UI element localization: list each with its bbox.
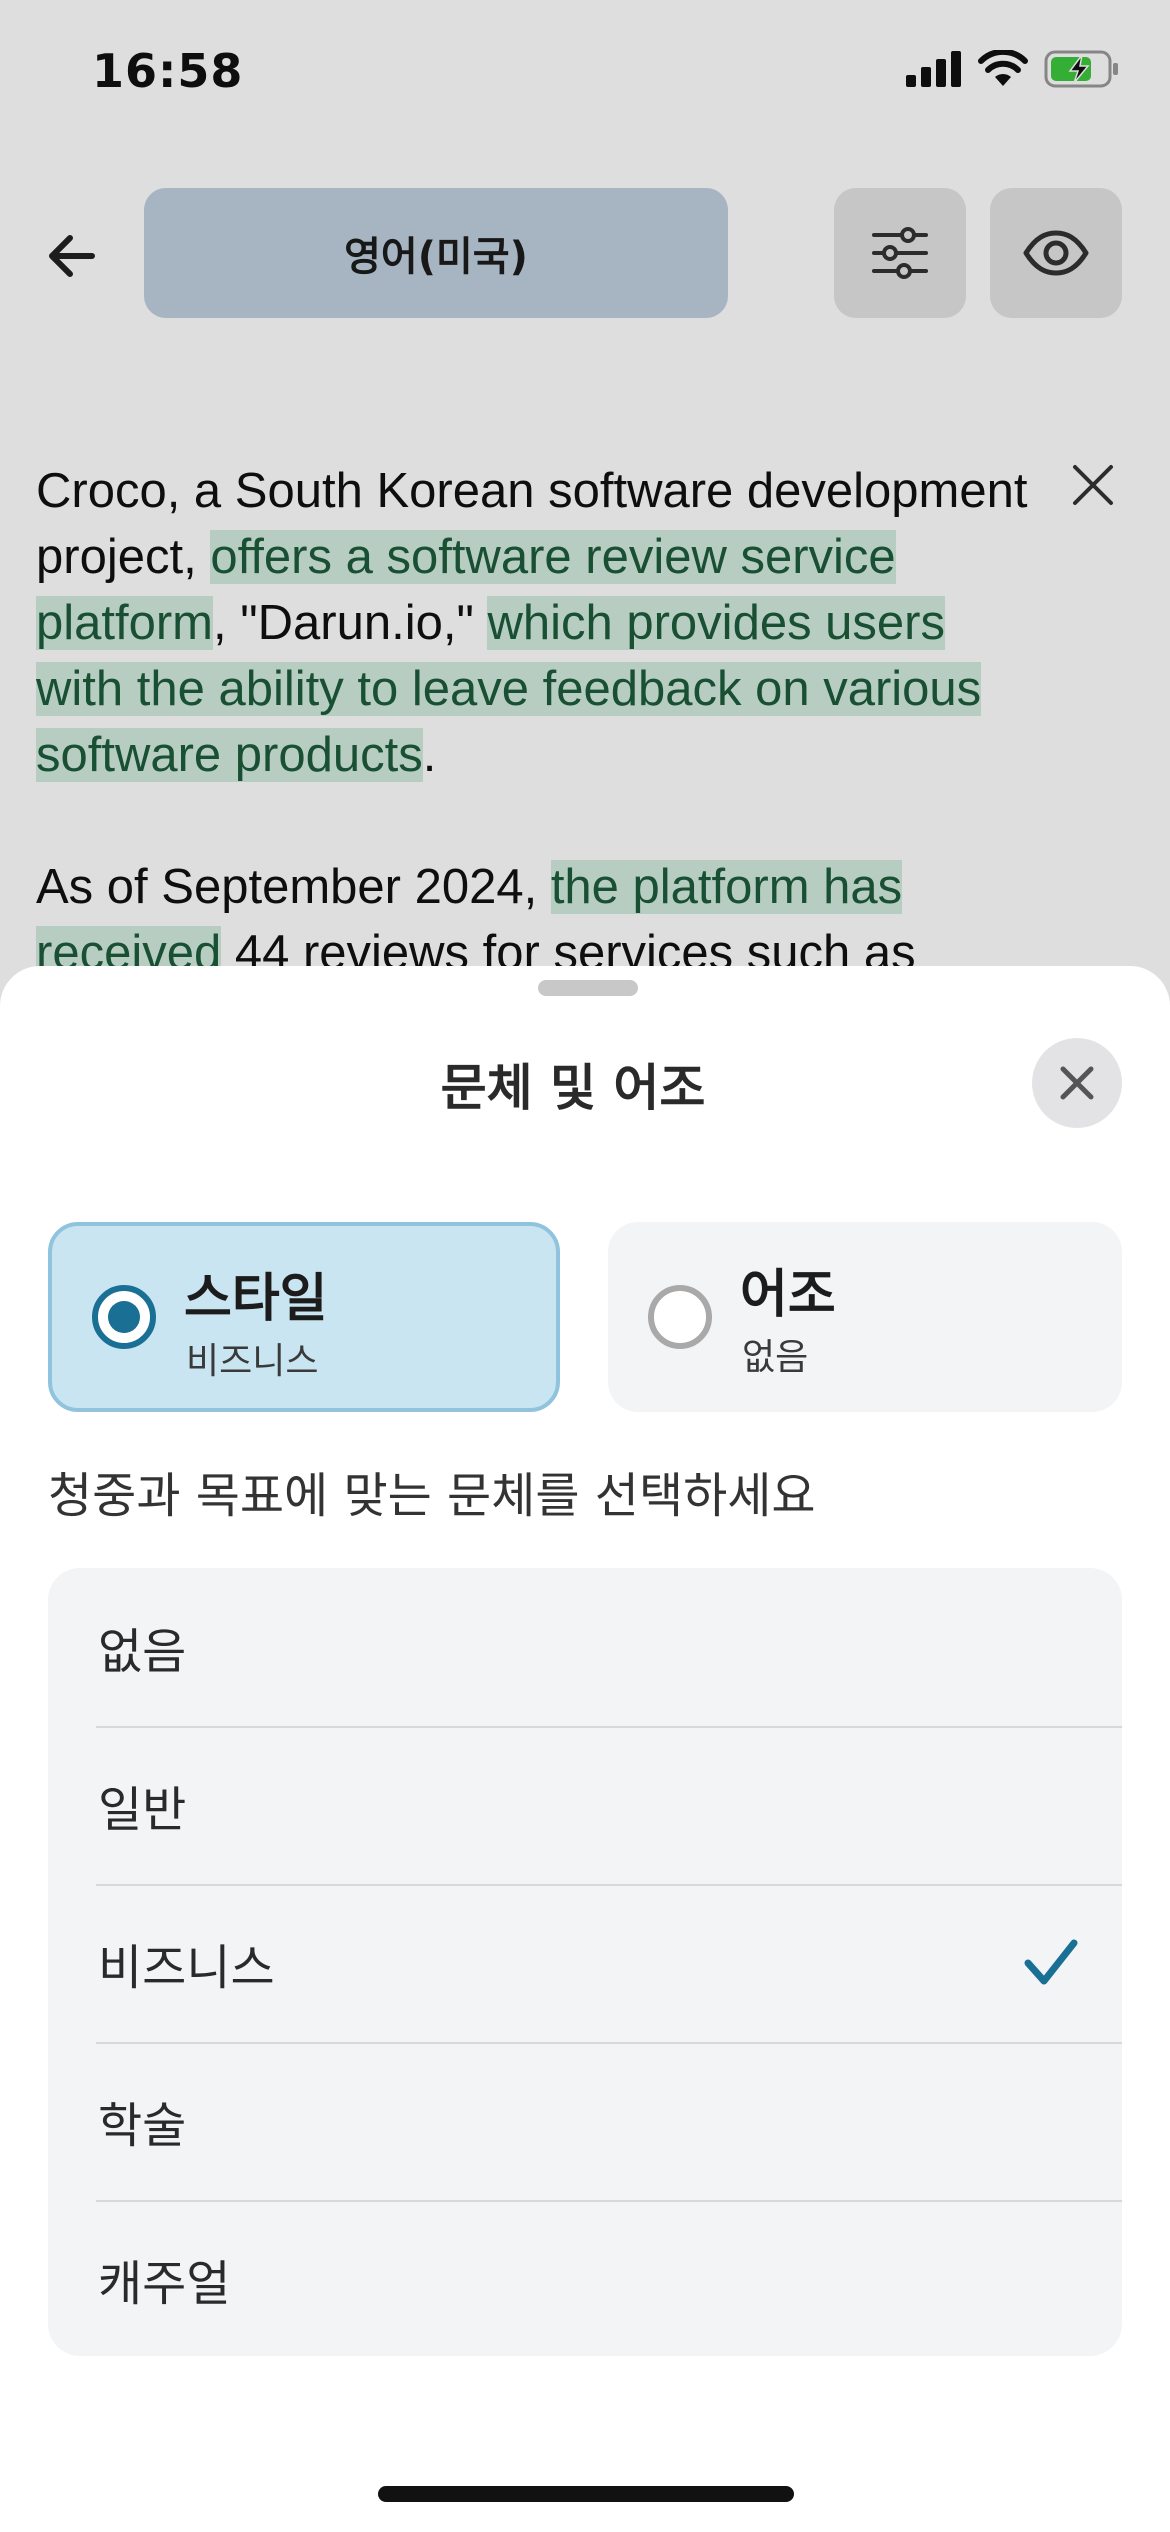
option-label: 캐주얼 [98, 2256, 231, 2312]
segment-title: 스타일 [184, 1269, 328, 1329]
screen: 16:58 영어(미국) Croco, a South Korean softw… [0, 0, 1170, 2532]
style-tone-sheet: 문체 및 어조 스타일 비즈니스 어조 없음 청중과 목표에 맞는 문체를 선택… [0, 966, 1170, 2532]
option-label: 일반 [98, 1782, 187, 1838]
option-casual[interactable]: 캐주얼 [48, 2200, 1122, 2356]
option-none[interactable]: 없음 [48, 1568, 1122, 1726]
option-label: 비즈니스 [98, 1940, 275, 1996]
checkmark-icon [1024, 1939, 1078, 1985]
radio-selected-icon [92, 1285, 156, 1349]
style-segment[interactable]: 스타일 비즈니스 [48, 1222, 560, 1412]
option-label: 없음 [98, 1624, 187, 1680]
radio-unselected-icon [648, 1285, 712, 1349]
sheet-title: 문체 및 어조 [440, 1059, 706, 1117]
home-indicator [378, 2486, 794, 2502]
close-icon [1060, 1066, 1094, 1100]
sheet-grabber[interactable] [538, 980, 638, 996]
option-label: 학술 [98, 2098, 187, 2154]
option-business[interactable]: 비즈니스 [48, 1884, 1122, 2042]
option-academic[interactable]: 학술 [48, 2042, 1122, 2200]
segment-value: 비즈니스 [186, 1341, 319, 1382]
tone-segment[interactable]: 어조 없음 [608, 1222, 1122, 1412]
hint-text: 청중과 목표에 맞는 문체를 선택하세요 [48, 1468, 816, 1524]
segment-title: 어조 [740, 1265, 836, 1325]
close-button[interactable] [1032, 1038, 1122, 1128]
option-general[interactable]: 일반 [48, 1726, 1122, 1884]
segment-value: 없음 [742, 1337, 809, 1378]
style-options-list: 없음 일반 비즈니스 학술 캐주얼 [48, 1568, 1122, 2356]
